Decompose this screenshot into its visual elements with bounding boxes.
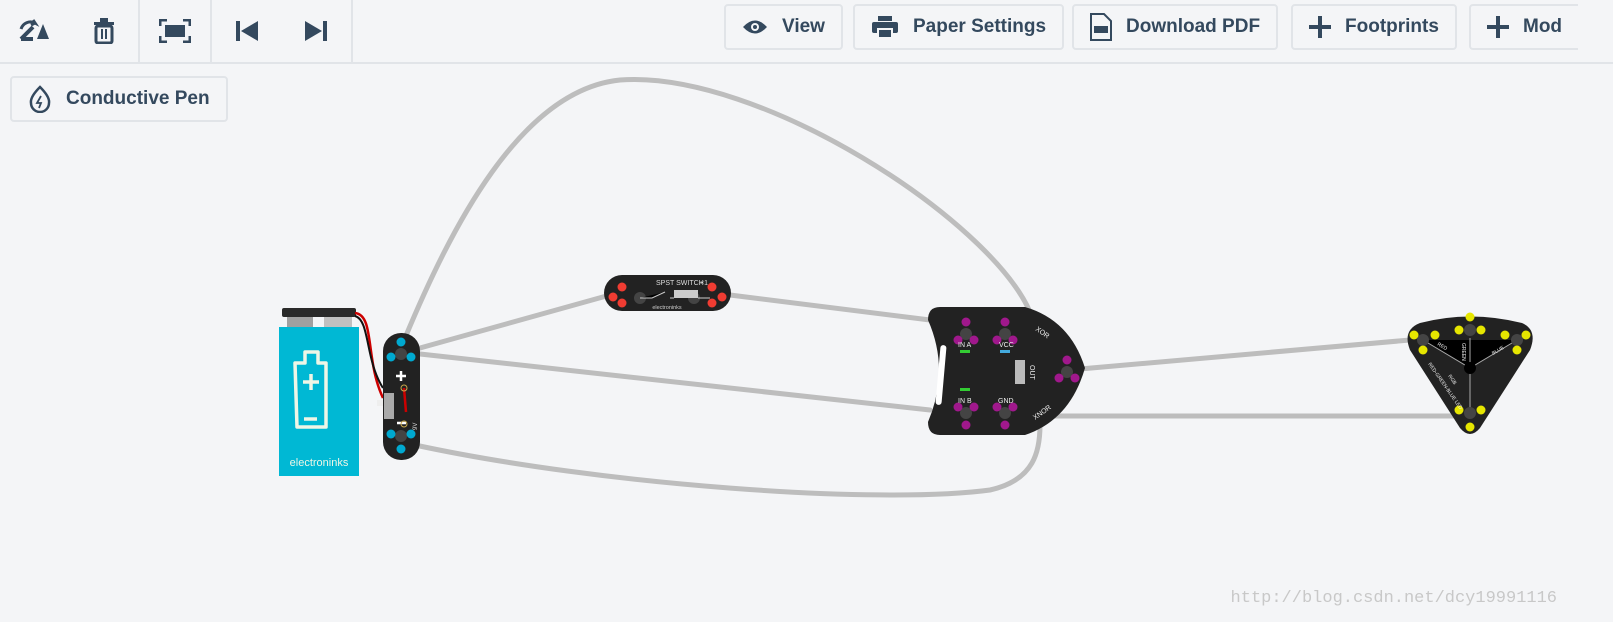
watermark: http://blog.csdn.net/dcy19991116 bbox=[1230, 589, 1557, 608]
paper-settings-button[interactable]: Paper Settings bbox=[853, 4, 1065, 50]
conductive-pen-button[interactable]: Conductive Pen bbox=[10, 76, 228, 122]
edit-group bbox=[0, 0, 140, 62]
xor-vcc-label: VCC bbox=[999, 342, 1014, 349]
wire[interactable] bbox=[417, 292, 613, 351]
wire[interactable] bbox=[417, 351, 933, 413]
xor-label: XOR bbox=[1034, 326, 1050, 340]
rgb-title: RED-GREEN-BLUE LED bbox=[1426, 362, 1463, 412]
modules-button[interactable]: Mod bbox=[1469, 4, 1579, 50]
pdf-file-icon bbox=[1090, 13, 1112, 41]
rgb-short-label: RGB bbox=[1446, 374, 1458, 387]
flip-button[interactable] bbox=[0, 0, 69, 62]
fit-screen-icon bbox=[159, 19, 191, 43]
footprints-label: Footprints bbox=[1345, 16, 1439, 37]
battery-icon bbox=[293, 350, 328, 429]
wires bbox=[402, 77, 1465, 498]
view-group bbox=[140, 0, 212, 62]
skip-back-icon bbox=[235, 21, 258, 41]
wire[interactable] bbox=[727, 292, 933, 323]
drop-bolt-icon bbox=[29, 85, 51, 113]
printer-icon bbox=[872, 16, 898, 39]
skip-forward-button[interactable] bbox=[282, 0, 352, 62]
flip-icon bbox=[19, 19, 49, 41]
rgb-green-label: GREEN bbox=[1460, 343, 1466, 361]
rgb-red-label: RED bbox=[1436, 342, 1448, 353]
switch-title: SPST SWITCH bbox=[656, 280, 704, 287]
eye-icon bbox=[743, 20, 767, 34]
view-button[interactable]: View bbox=[724, 4, 843, 50]
switch-brand: electroninks bbox=[652, 305, 682, 311]
modules-label: Mod bbox=[1523, 16, 1563, 37]
view-label: View bbox=[782, 16, 825, 37]
battery-module[interactable]: electroninks bbox=[279, 308, 385, 476]
paper-settings-label: Paper Settings bbox=[913, 16, 1047, 37]
xor-in-a-label: IN A bbox=[958, 342, 972, 349]
wire[interactable] bbox=[402, 77, 1033, 341]
plus-icon bbox=[1309, 16, 1331, 38]
fit-screen-button[interactable] bbox=[140, 0, 210, 62]
xor-in-b-label: IN B bbox=[958, 398, 972, 405]
xnor-label: XNOR bbox=[1032, 404, 1053, 421]
rgb-led-module[interactable]: RED GREEN BLUE RED-GREEN-BLUE LED RGB bbox=[1407, 312, 1533, 435]
plus-icon bbox=[1487, 16, 1509, 38]
circuit-canvas: electroninks 9V SPST SWITCH ×1 electroni… bbox=[279, 77, 1533, 498]
battery-board-module[interactable]: 9V bbox=[377, 333, 420, 460]
xor-gate-module[interactable]: IN A VCC IN B GND OUT XOR XNOR bbox=[928, 307, 1085, 435]
skip-forward-icon bbox=[305, 21, 328, 41]
spst-switch-module[interactable]: SPST SWITCH ×1 electroninks bbox=[604, 275, 731, 311]
conductive-pen-label: Conductive Pen bbox=[66, 88, 210, 109]
download-pdf-label: Download PDF bbox=[1126, 16, 1261, 37]
delete-button[interactable] bbox=[69, 0, 138, 62]
battery-brand: electroninks bbox=[290, 457, 349, 469]
nav-group bbox=[212, 0, 353, 62]
toolbar: View Paper Settings Download PDF Footpri… bbox=[0, 0, 1613, 64]
xor-gnd-label: GND bbox=[998, 398, 1014, 405]
wire[interactable] bbox=[1077, 337, 1413, 372]
footprints-button[interactable]: Footprints bbox=[1291, 4, 1457, 50]
switch-count: ×1 bbox=[700, 280, 708, 287]
wire[interactable] bbox=[412, 422, 1043, 498]
trash-icon bbox=[93, 18, 114, 44]
xor-out-label: OUT bbox=[1028, 365, 1035, 381]
download-pdf-button[interactable]: Download PDF bbox=[1072, 4, 1279, 50]
battery-board-label: 9V bbox=[413, 423, 419, 430]
skip-back-button[interactable] bbox=[212, 0, 282, 62]
rgb-blue-label: BLUE bbox=[1491, 345, 1506, 357]
